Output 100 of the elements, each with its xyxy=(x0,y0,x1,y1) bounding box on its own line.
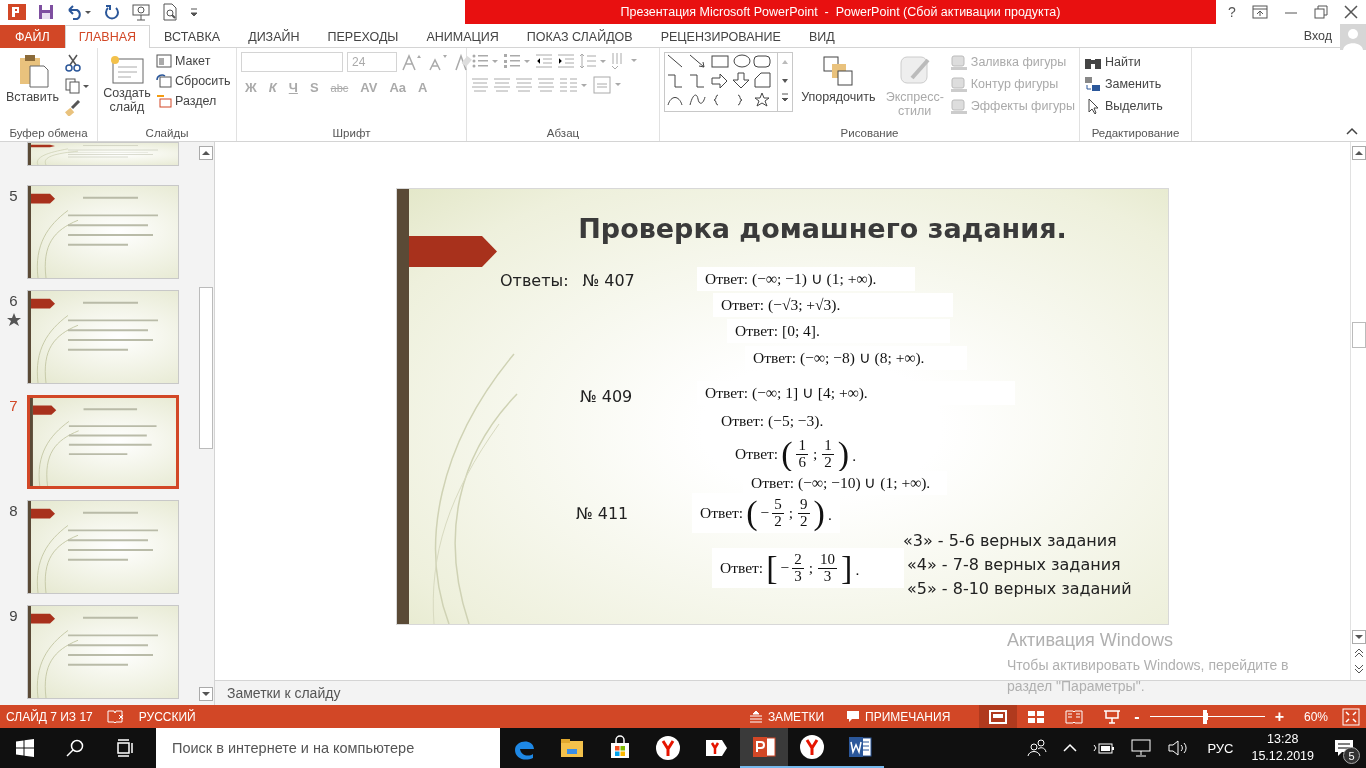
start-icon[interactable] xyxy=(16,739,34,757)
increase-indent-icon[interactable] xyxy=(557,53,575,69)
ribbon-display-icon[interactable] xyxy=(1251,5,1268,19)
notes-icon xyxy=(748,710,763,723)
spelling-icon[interactable] xyxy=(106,709,125,724)
slide-number: 5 xyxy=(9,187,18,204)
scroll-down-icon[interactable] xyxy=(1351,630,1366,644)
restore-icon[interactable] xyxy=(1313,5,1328,19)
zoom-slider[interactable] xyxy=(1149,709,1265,724)
sign-in-link[interactable]: Вход xyxy=(1303,24,1340,47)
input-language[interactable]: РУС xyxy=(1207,740,1234,756)
zoom-in-button[interactable]: + xyxy=(1270,707,1288,726)
chevron-up-icon[interactable] xyxy=(1063,743,1078,753)
separator: ; xyxy=(808,559,814,577)
font-name-field[interactable] xyxy=(241,52,343,72)
save-icon[interactable] xyxy=(38,4,54,20)
exercise-number: № 407 xyxy=(582,271,635,290)
battery-icon[interactable] xyxy=(1093,741,1116,755)
cut-icon[interactable] xyxy=(65,54,81,72)
answer-formula: Ответ: (−√3; +√3). xyxy=(713,293,953,317)
ribbon-tab[interactable]: РЕЦЕНЗИРОВАНИЕ xyxy=(646,25,795,48)
volume-icon[interactable] xyxy=(1167,739,1190,757)
activation-title: Активация Windows xyxy=(1007,630,1174,651)
print-preview-icon[interactable] xyxy=(162,3,178,21)
separator: ; xyxy=(788,504,794,522)
slide-thumbnail[interactable] xyxy=(27,185,179,279)
zoom-out-button[interactable]: - xyxy=(1130,707,1144,726)
answer-label: Ответ: xyxy=(720,559,764,577)
scroll-up-icon[interactable] xyxy=(199,146,213,160)
ribbon-tab[interactable]: ПЕРЕХОДЫ xyxy=(313,25,413,48)
slide-number: 8 xyxy=(9,502,18,519)
ribbon-tab[interactable]: АНИМАЦИЯ xyxy=(412,25,513,48)
help-button[interactable]: ? xyxy=(1228,4,1236,20)
people-icon[interactable] xyxy=(1027,739,1048,757)
find-button[interactable]: Найти xyxy=(1084,54,1141,70)
new-slide-button[interactable]: Создать слайд xyxy=(102,52,152,116)
period: . xyxy=(855,561,860,580)
slide-thumbnail[interactable] xyxy=(27,500,179,594)
fit-to-window-icon[interactable] xyxy=(1342,707,1360,726)
replace-button[interactable]: Заменить xyxy=(1084,76,1162,92)
minus-sign: − xyxy=(760,504,770,522)
slide-thumbnail[interactable] xyxy=(27,290,179,384)
search-icon[interactable] xyxy=(66,739,84,757)
collapse-ribbon-icon[interactable] xyxy=(1346,127,1358,135)
redo-icon[interactable] xyxy=(104,4,120,20)
paste-button[interactable]: Вставить xyxy=(4,52,61,106)
scroll-down-icon[interactable] xyxy=(199,687,213,701)
exercise-number: № 409 xyxy=(580,387,633,406)
bracket: ) xyxy=(813,496,825,530)
ribbon-tab[interactable]: ВИД xyxy=(794,25,849,48)
scrollbar-thumb[interactable] xyxy=(1351,322,1366,348)
fraction: 2 3 xyxy=(792,551,804,585)
copy-icon[interactable] xyxy=(65,78,89,94)
clock-time[interactable]: 13:28 xyxy=(1267,731,1299,748)
group-label: Шрифт xyxy=(331,127,372,139)
browser-icon xyxy=(798,733,826,761)
section-button[interactable]: Раздел xyxy=(156,94,217,108)
ribbon-tab[interactable]: ВСТАВКА xyxy=(150,25,235,48)
slide-number: 7 xyxy=(9,397,18,414)
scrollbar-thumb[interactable] xyxy=(199,287,213,449)
format-painter-icon[interactable] xyxy=(65,100,81,116)
ribbon-tab[interactable]: ГЛАВНАЯ xyxy=(64,25,151,48)
scroll-up-icon[interactable] xyxy=(1351,146,1366,160)
task-view-icon[interactable] xyxy=(116,739,134,757)
fraction: 1 6 xyxy=(796,437,808,471)
zoom-slider-thumb[interactable] xyxy=(1202,709,1207,724)
slide-thumbnail[interactable] xyxy=(27,605,179,699)
slide-thumbnail[interactable] xyxy=(27,395,179,489)
ribbon-tab[interactable]: ФАЙЛ xyxy=(0,25,65,48)
slideshow-icon[interactable] xyxy=(132,3,150,21)
answer-formula: Ответ: (−∞; −8) ∪ (8; +∞). xyxy=(745,346,967,370)
comments-button[interactable]: ПРИМЕЧАНИЯ xyxy=(842,709,955,724)
layout-button[interactable]: Макет xyxy=(156,54,211,68)
select-button[interactable]: Выделить xyxy=(1084,98,1163,114)
decrease-indent-icon[interactable] xyxy=(535,53,553,69)
slide-thumbnail[interactable] xyxy=(27,142,179,166)
ribbon-tab[interactable]: ДИЗАЙН xyxy=(234,25,314,48)
language-indicator[interactable]: РУССКИЙ xyxy=(138,709,196,724)
answer-formula: Ответ: [0; 4]. xyxy=(727,319,950,343)
ribbon-tab[interactable]: ПОКАЗ СЛАЙДОВ xyxy=(512,25,647,48)
group-label: Редактирование xyxy=(1090,127,1181,139)
shapes-gallery[interactable] xyxy=(664,52,793,112)
notes-button[interactable]: ЗАМЕТКИ xyxy=(744,709,829,724)
reset-button[interactable]: Сбросить xyxy=(156,74,231,88)
undo-icon[interactable] xyxy=(66,4,92,20)
taskbar-search-field[interactable]: Поиск в интернете и на компьютере xyxy=(156,728,500,768)
arrange-button[interactable]: Упорядочить xyxy=(797,52,880,106)
view-button[interactable] xyxy=(979,705,1018,728)
notification-count-badge: 5 xyxy=(1343,747,1360,764)
answer-formula: Ответ: (−∞; −1) ∪ (1; +∞). xyxy=(697,267,915,291)
zoom-level[interactable]: 60% xyxy=(1303,709,1328,724)
network-icon[interactable] xyxy=(1131,739,1152,757)
customize-toolbar-icon[interactable] xyxy=(190,6,198,18)
bracket: ] xyxy=(841,551,853,585)
fraction: 1 2 xyxy=(822,437,834,471)
close-icon[interactable] xyxy=(1343,5,1358,19)
taskbar-button[interactable] xyxy=(740,728,788,768)
clock-date[interactable]: 15.12.2019 xyxy=(1251,748,1314,765)
group-label: Абзац xyxy=(545,127,581,139)
notes-placeholder[interactable]: Заметки к слайду xyxy=(227,685,341,701)
